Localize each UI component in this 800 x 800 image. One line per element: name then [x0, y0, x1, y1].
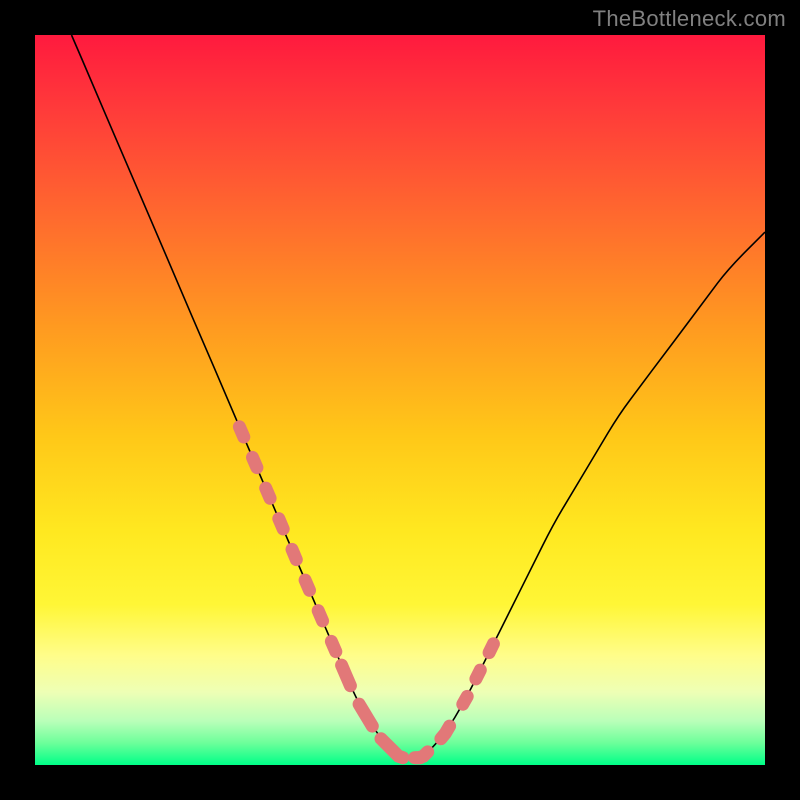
bottleneck-curve [72, 35, 766, 758]
attribution-text: TheBottleneck.com [593, 6, 786, 32]
chart-wrapper: TheBottleneck.com [0, 0, 800, 800]
highlight-right-arm [415, 626, 503, 757]
chart-svg-overlay [35, 35, 765, 765]
highlight-dot-layer [239, 427, 502, 758]
highlight-trough [342, 665, 421, 758]
